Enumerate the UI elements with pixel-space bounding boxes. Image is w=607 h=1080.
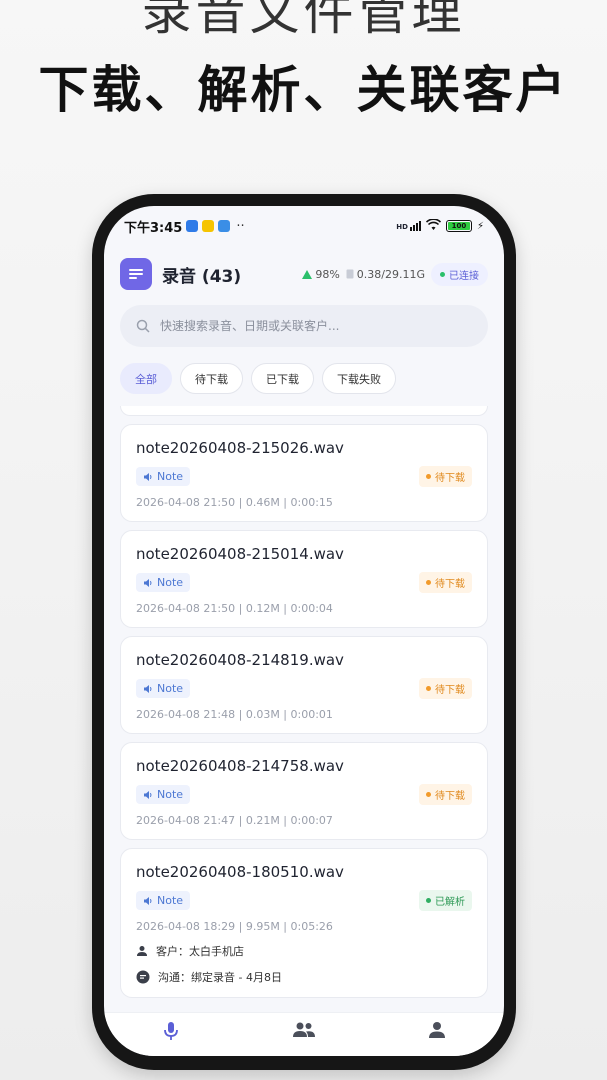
recording-meta: 2026-04-08 21:50 | 0.46M | 0:00:15 [136, 496, 333, 509]
recording-filename: note20260408-214758.wav [136, 757, 344, 775]
recording-filename: note20260408-214819.wav [136, 651, 344, 669]
bottom-tab-bar [104, 1012, 504, 1056]
app-header: 录音 (43) 98% 0.38/29.11G 已连接 [120, 258, 488, 290]
speaker-icon [144, 578, 152, 587]
recording-meta: 2026-04-08 21:48 | 0.03M | 0:00:01 [136, 708, 333, 721]
search-bar[interactable] [120, 305, 488, 347]
tab-customers[interactable] [284, 1021, 324, 1039]
status-badge: 待下载 [419, 466, 472, 487]
connection-status-badge: 已连接 [431, 262, 488, 286]
device-battery: 98% [302, 268, 340, 281]
filter-tabs: 全部 待下载 已下载 下载失败 [120, 363, 396, 394]
status-more-dots: ·· [236, 218, 245, 234]
recording-card[interactable]: note20260408-215026.wav Note 待下载 2026-04… [120, 424, 488, 522]
wifi-icon [425, 217, 442, 234]
device-stats: 98% 0.38/29.11G 已连接 [302, 262, 488, 286]
app-screen: 下午3:45 ·· HD 100 ⚡ 录音 (43) 98% 0.38/29.1… [104, 206, 504, 1056]
speaker-icon [144, 472, 152, 481]
search-input[interactable] [160, 319, 460, 333]
recording-card[interactable]: note20260408-214758.wav Note 待下载 2026-04… [120, 742, 488, 840]
note-tag: Note [136, 785, 191, 804]
speaker-icon [144, 684, 152, 693]
status-badge: 待下载 [419, 784, 472, 805]
meituan-notification-icon [202, 220, 215, 232]
recording-filename: note20260408-180510.wav [136, 863, 344, 881]
status-badge: 已解析 [419, 890, 472, 911]
filter-all[interactable]: 全部 [120, 363, 172, 394]
search-icon [136, 319, 150, 333]
filter-pending[interactable]: 待下载 [180, 363, 243, 394]
signal-icon: HD [396, 221, 421, 231]
tab-recordings[interactable] [151, 1021, 191, 1041]
app-notification-icon [186, 220, 199, 232]
page-title: 录音 (43) [162, 266, 242, 287]
status-bar: 下午3:45 ·· HD 100 ⚡ [104, 214, 504, 238]
speaker-icon [144, 896, 152, 905]
recording-card[interactable]: note20260408-180510.wav Note 已解析 2026-04… [120, 848, 488, 998]
card-notification-icon [218, 220, 231, 232]
person-icon [429, 1022, 446, 1038]
note-tag: Note [136, 679, 191, 698]
device-storage: 0.38/29.11G [346, 268, 425, 281]
filter-failed[interactable]: 下载失败 [322, 363, 396, 394]
status-badge: 待下载 [419, 678, 472, 699]
status-time: 下午3:45 [124, 220, 183, 236]
recording-list: note20260408-215026.wav Note 待下载 2026-04… [120, 406, 488, 1016]
mic-icon [163, 1022, 178, 1040]
recording-filename: note20260408-215014.wav [136, 545, 344, 563]
status-badge: 待下载 [419, 572, 472, 593]
recording-meta: 2026-04-08 21:50 | 0.12M | 0:00:04 [136, 602, 333, 615]
communication-row: 沟通：绑定录音 - 4月8日 [136, 969, 472, 985]
battery-icon: 100 [445, 220, 472, 232]
promo-headline: 下载、解析、关联客户 [38, 61, 569, 119]
storage-icon [346, 269, 354, 279]
recording-meta: 2026-04-08 21:47 | 0.21M | 0:00:07 [136, 814, 333, 827]
battery-triangle-icon [302, 269, 313, 279]
tab-profile[interactable] [417, 1021, 457, 1039]
charging-icon: ⚡ [476, 220, 484, 232]
note-tag: Note [136, 467, 191, 486]
recording-card[interactable]: note20260408-214819.wav Note 待下载 2026-04… [120, 636, 488, 734]
list-item-partial [120, 406, 488, 416]
note-tag: Note [136, 891, 191, 910]
person-icon [137, 946, 147, 956]
speaker-icon [144, 790, 152, 799]
chat-icon [136, 970, 150, 984]
app-logo-icon [120, 258, 152, 290]
promo-subtitle: 录音文件管理 [141, 0, 466, 41]
recording-card[interactable]: note20260408-215014.wav Note 待下载 2026-04… [120, 530, 488, 628]
filter-downloaded[interactable]: 已下载 [251, 363, 314, 394]
recording-meta: 2026-04-08 18:29 | 9.95M | 0:05:26 [136, 920, 333, 933]
people-icon [292, 1022, 315, 1037]
recording-filename: note20260408-215026.wav [136, 439, 344, 457]
customer-row: 客户：太白手机店 [136, 943, 472, 959]
note-tag: Note [136, 573, 191, 592]
